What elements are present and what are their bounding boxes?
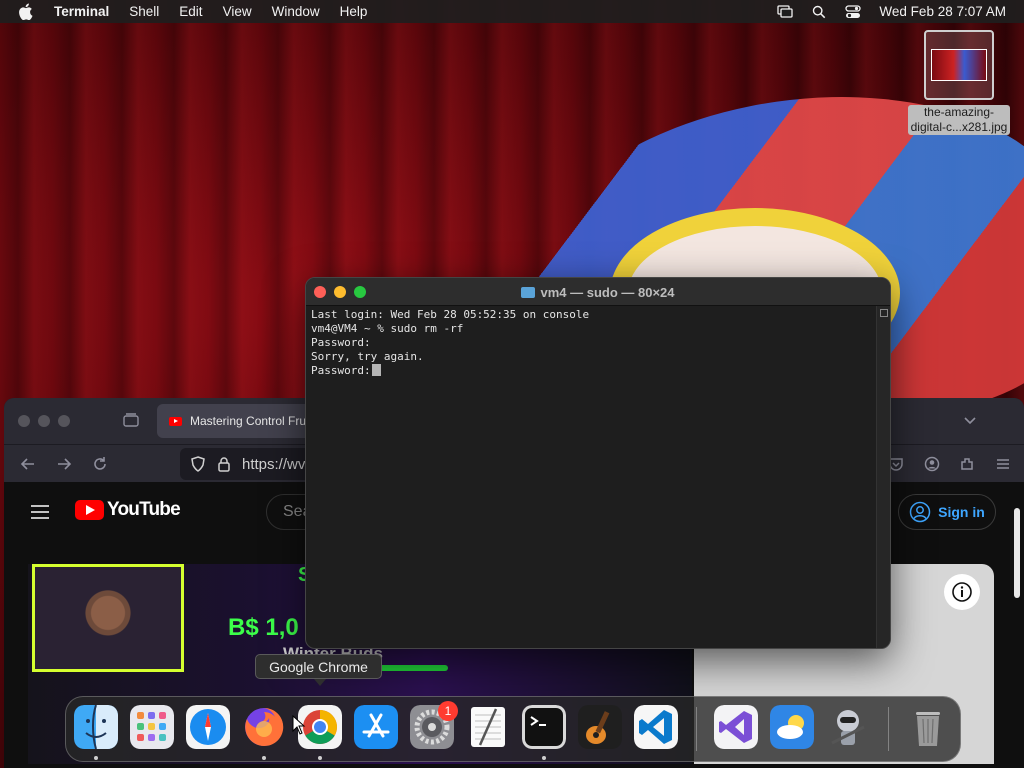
browser-tab-active[interactable]: Mastering Control Frui bbox=[157, 404, 317, 438]
info-button[interactable] bbox=[944, 574, 980, 610]
firefox-running-dot bbox=[262, 756, 266, 760]
screen-mirroring-icon[interactable] bbox=[777, 4, 794, 19]
user-circle-icon bbox=[909, 501, 931, 523]
menu-clock[interactable]: Wed Feb 28 7:07 AM bbox=[879, 4, 1006, 19]
mouse-pointer-icon bbox=[292, 715, 306, 735]
spotlight-search-icon[interactable] bbox=[811, 5, 827, 19]
visual-studio-icon[interactable] bbox=[714, 705, 758, 749]
menu-app-name[interactable]: Terminal bbox=[54, 4, 109, 19]
forward-arrow-icon[interactable] bbox=[56, 456, 72, 472]
sign-in-button[interactable]: Sign in bbox=[898, 494, 996, 530]
scroll-knob[interactable] bbox=[880, 309, 888, 317]
menu-view[interactable]: View bbox=[223, 4, 252, 19]
terminal-cursor bbox=[371, 364, 381, 376]
terminal-line: Password: bbox=[311, 336, 371, 349]
terminal-title: vm4 — sudo — 80×24 bbox=[306, 278, 890, 306]
menu-shell[interactable]: Shell bbox=[129, 4, 159, 19]
menu-help[interactable]: Help bbox=[340, 4, 368, 19]
terminal-window: vm4 — sudo — 80×24 Last login: Wed Feb 2… bbox=[305, 277, 891, 649]
settings-badge: 1 bbox=[438, 701, 458, 721]
finder-icon[interactable] bbox=[74, 705, 118, 749]
file-label: the-amazing- digital-c...x281.jpg bbox=[907, 105, 1011, 135]
thumb-price-text: B$ 1,0 bbox=[228, 614, 299, 641]
menu-edit[interactable]: Edit bbox=[179, 4, 202, 19]
finder-running-dot bbox=[94, 756, 98, 760]
youtube-menu-icon[interactable] bbox=[30, 504, 50, 520]
dock-separator bbox=[696, 707, 697, 751]
terminal-prompt-line: Password: bbox=[311, 364, 876, 378]
tooltip-text: Google Chrome bbox=[269, 658, 368, 675]
tab-overview-icon[interactable] bbox=[122, 411, 140, 429]
youtube-play-icon bbox=[75, 500, 104, 520]
chevron-down-icon[interactable] bbox=[962, 412, 978, 428]
streamer-webcam bbox=[32, 564, 184, 672]
terminal-title-text: vm4 — sudo — 80×24 bbox=[540, 284, 675, 300]
menu-window[interactable]: Window bbox=[272, 4, 320, 19]
terminal-line: Password: bbox=[311, 364, 371, 377]
youtube-favicon-icon bbox=[169, 416, 182, 426]
textedit-icon[interactable] bbox=[466, 705, 510, 749]
terminal-scrollbar[interactable] bbox=[876, 306, 890, 648]
terminal-line: vm4@VM4 ~ % sudo rm -rf bbox=[311, 322, 464, 335]
safari-icon[interactable] bbox=[186, 705, 230, 749]
tracking-shield-icon[interactable] bbox=[190, 456, 206, 472]
browser-minimize-button[interactable] bbox=[38, 415, 50, 427]
file-label-line2: digital-c...x281.jpg bbox=[910, 120, 1008, 134]
menu-bar-extras: Wed Feb 28 7:07 AM bbox=[777, 0, 1006, 23]
menu-bar: Terminal Shell Edit View Window Help Wed… bbox=[0, 0, 1024, 23]
desktop-file-image[interactable]: the-amazing- digital-c...x281.jpg bbox=[898, 30, 1020, 136]
lock-icon[interactable] bbox=[216, 456, 232, 472]
terminal-output[interactable]: Last login: Wed Feb 28 05:52:35 on conso… bbox=[311, 308, 876, 638]
trash-icon[interactable] bbox=[906, 705, 950, 749]
reload-icon[interactable] bbox=[92, 456, 108, 472]
url-text: https://wv bbox=[242, 455, 306, 473]
file-thumbnail bbox=[924, 30, 994, 100]
terminal-running-dot bbox=[542, 756, 546, 760]
browser-traffic-lights bbox=[18, 415, 70, 427]
folder-icon bbox=[521, 286, 536, 298]
launchpad-icon[interactable] bbox=[130, 705, 174, 749]
browser-close-button[interactable] bbox=[18, 415, 30, 427]
control-center-icon[interactable] bbox=[845, 4, 862, 19]
tab-title: Mastering Control Frui bbox=[190, 414, 309, 428]
terminal-title-bar[interactable]: vm4 — sudo — 80×24 bbox=[306, 278, 890, 306]
hamburger-menu-icon[interactable] bbox=[995, 456, 1011, 472]
terminal-line: Sorry, try again. bbox=[311, 350, 424, 363]
info-icon bbox=[952, 582, 972, 602]
apple-menu-icon[interactable] bbox=[18, 3, 38, 20]
dock: 1 bbox=[65, 696, 961, 762]
back-arrow-icon[interactable] bbox=[20, 456, 36, 472]
app-store-icon[interactable] bbox=[354, 705, 398, 749]
terminal-icon[interactable] bbox=[522, 705, 566, 749]
firefox-icon[interactable] bbox=[242, 705, 286, 749]
dock-tooltip: Google Chrome bbox=[255, 654, 382, 686]
terminal-line: Last login: Wed Feb 28 05:52:35 on conso… bbox=[311, 308, 590, 321]
automator-icon[interactable] bbox=[826, 705, 870, 749]
file-label-line1: the-amazing- bbox=[923, 105, 994, 119]
sign-in-label: Sign in bbox=[938, 504, 985, 520]
extensions-icon[interactable] bbox=[959, 456, 975, 472]
garageband-icon[interactable] bbox=[578, 705, 622, 749]
thumb-progress-bar bbox=[378, 665, 448, 671]
weather-icon[interactable] bbox=[770, 705, 814, 749]
youtube-logo[interactable]: YouTube bbox=[75, 499, 181, 521]
chrome-running-dot bbox=[318, 756, 322, 760]
dock-separator-trash bbox=[888, 707, 889, 751]
page-scrollbar[interactable] bbox=[1014, 508, 1020, 598]
visual-studio-code-icon[interactable] bbox=[634, 705, 678, 749]
account-icon[interactable] bbox=[924, 456, 940, 472]
youtube-logo-text: YouTube bbox=[107, 499, 181, 520]
browser-zoom-button[interactable] bbox=[58, 415, 70, 427]
